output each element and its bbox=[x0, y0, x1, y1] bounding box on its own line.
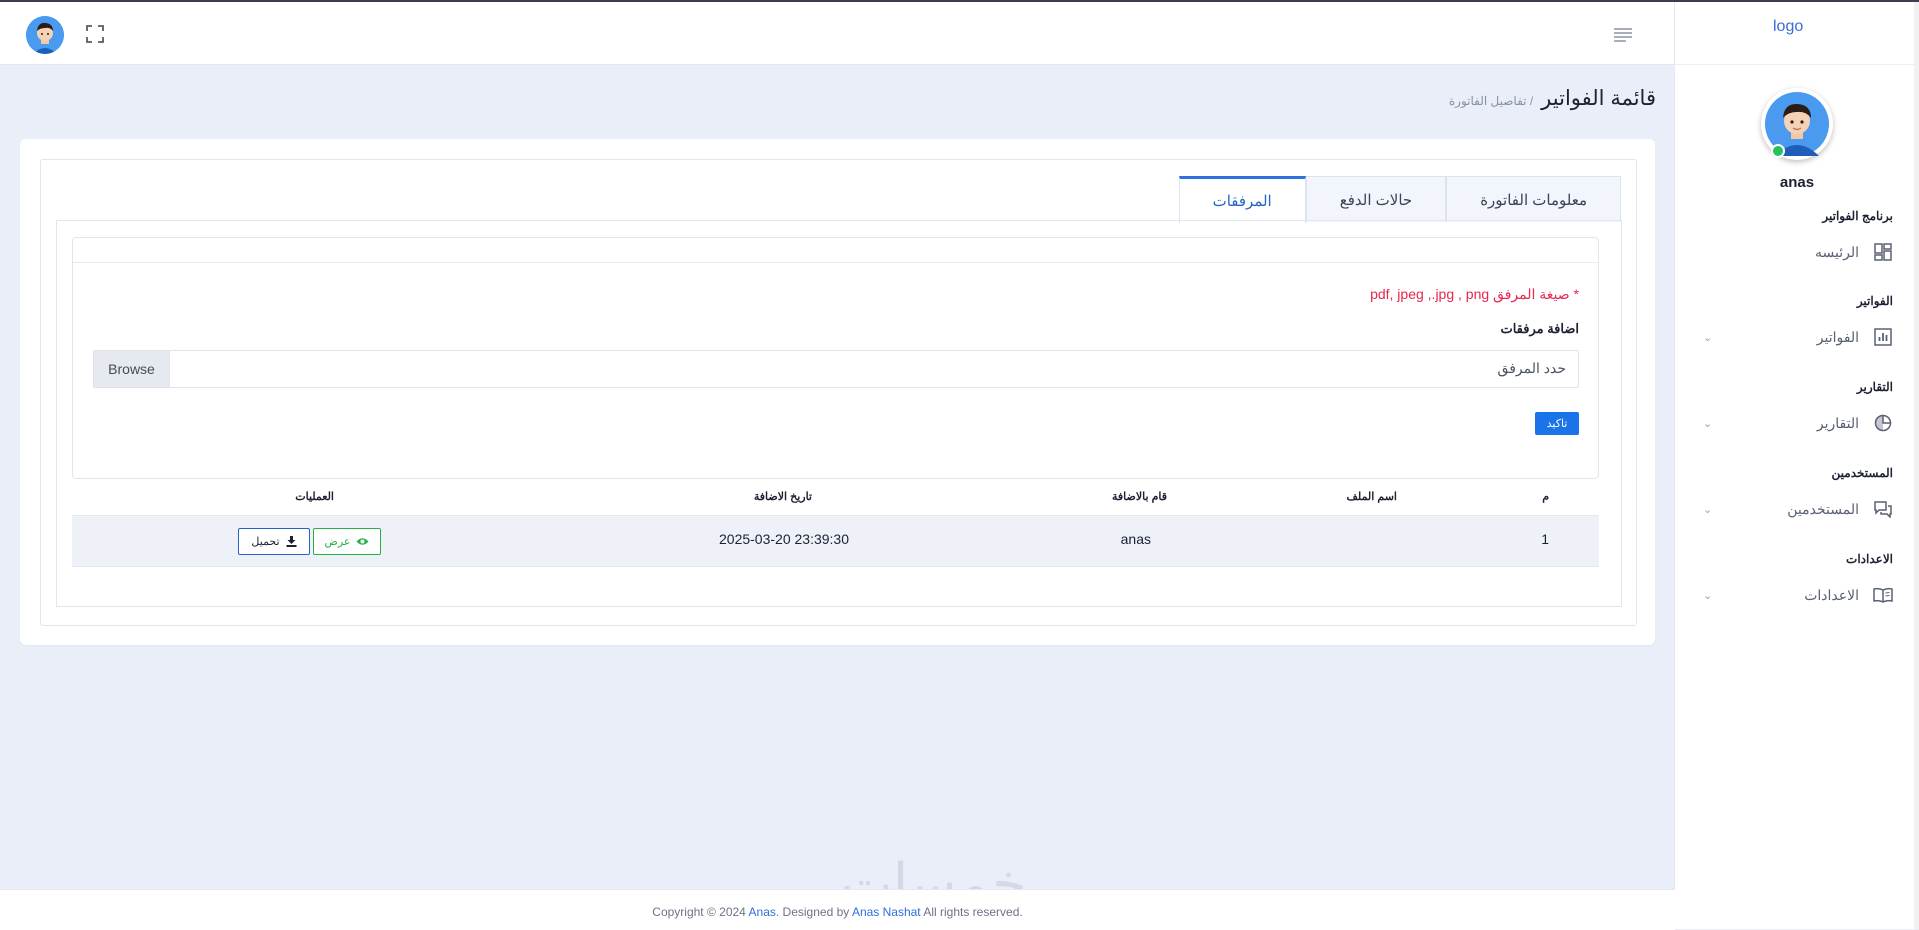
tab-payment-status[interactable]: حالات الدفع bbox=[1305, 176, 1447, 222]
bar-chart-icon bbox=[1873, 327, 1893, 347]
footer: Copyright © 2024 Anas. Designed by Anas … bbox=[0, 889, 1675, 930]
cell-date-added: 2025-03-20 23:39:30 bbox=[719, 531, 849, 547]
footer-brand-link[interactable]: Anas bbox=[749, 905, 776, 919]
chat-icon bbox=[1873, 499, 1893, 519]
add-attachments-label: اضافة مرفقات bbox=[1500, 321, 1579, 336]
upload-form: * صيغة المرفق pdf, jpeg ,.jpg , png اضاف… bbox=[72, 237, 1599, 479]
footer-suffix: All rights reserved. bbox=[920, 905, 1023, 919]
file-placeholder: حدد المرفق bbox=[1497, 360, 1566, 376]
attachments-table: م اسم الملف قام بالاضافة تاريخ الاضافة ا… bbox=[72, 477, 1599, 567]
download-label: تحميل bbox=[251, 536, 280, 548]
invoice-details-card: معلومات الفاتورة حالات الدفع المرفقات * … bbox=[20, 139, 1655, 645]
hamburger-icon[interactable] bbox=[1612, 26, 1634, 44]
sidebar: logo anas برنامج الفواتير الرئيسه الفوات… bbox=[1674, 2, 1919, 929]
page-title: قائمة الفواتير bbox=[1541, 87, 1656, 110]
chevron-down-icon: ⌄ bbox=[1703, 417, 1713, 430]
sidebar-username: anas bbox=[1779, 174, 1815, 191]
divider bbox=[73, 262, 1598, 263]
cell-added-by: anas bbox=[1120, 531, 1151, 547]
tab-invoice-info[interactable]: معلومات الفاتورة bbox=[1446, 176, 1621, 222]
download-button[interactable]: تحميل bbox=[238, 528, 310, 555]
sidebar-item-users[interactable]: المستخدمين ⌄ bbox=[1703, 496, 1893, 522]
chevron-down-icon: ⌄ bbox=[1703, 503, 1713, 516]
format-hint: * صيغة المرفق pdf, jpeg ,.jpg , png bbox=[1370, 286, 1579, 302]
avatar[interactable] bbox=[26, 16, 64, 54]
dashboard-icon bbox=[1873, 242, 1893, 262]
sidebar-item-label: الاعدادات bbox=[1804, 586, 1859, 603]
tabs-bar: معلومات الفاتورة حالات الدفع المرفقات bbox=[1178, 176, 1621, 223]
sidebar-avatar bbox=[1761, 88, 1833, 160]
file-input[interactable]: Browse حدد المرفق bbox=[93, 350, 1579, 388]
footer-text: Copyright © 2024 Anas. Designed by Anas … bbox=[0, 905, 1675, 919]
pie-chart-icon bbox=[1873, 413, 1893, 433]
breadcrumb[interactable]: / تفاصيل الفاتورة bbox=[1449, 94, 1533, 108]
table-row: 1 anas 2025-03-20 23:39:30 عرض تحميل bbox=[72, 516, 1599, 567]
cell-index: 1 bbox=[1541, 531, 1549, 547]
header-date-added: تاريخ الاضافة bbox=[753, 491, 812, 503]
footer-designer-link[interactable]: Anas Nashat bbox=[852, 905, 921, 919]
online-status-dot bbox=[1771, 144, 1785, 158]
view-button[interactable]: عرض bbox=[313, 528, 381, 555]
header-added-by: قام بالاضافة bbox=[1111, 491, 1167, 503]
attachments-panel: * صيغة المرفق pdf, jpeg ,.jpg , png اضاف… bbox=[56, 220, 1622, 607]
chevron-down-icon: ⌄ bbox=[1703, 589, 1713, 602]
header-actions: العمليات bbox=[295, 491, 334, 503]
footer-prefix: Copyright © 2024 bbox=[652, 905, 749, 919]
sidebar-item-label: المستخدمين bbox=[1787, 500, 1859, 517]
sidebar-item-label: الفواتير bbox=[1816, 328, 1859, 345]
view-label: عرض bbox=[324, 536, 351, 548]
header-file-name: اسم الملف bbox=[1346, 491, 1397, 503]
sidebar-item-label: التقارير bbox=[1816, 414, 1859, 431]
top-header bbox=[0, 2, 1675, 65]
scrollbar[interactable] bbox=[1914, 2, 1919, 929]
chevron-down-icon: ⌄ bbox=[1703, 331, 1713, 344]
card-inner: معلومات الفاتورة حالات الدفع المرفقات * … bbox=[40, 159, 1637, 626]
footer-middle: . Designed by bbox=[775, 905, 852, 919]
book-icon bbox=[1873, 585, 1893, 605]
sidebar-item-reports[interactable]: التقارير ⌄ bbox=[1703, 410, 1893, 436]
page-title-bar: قائمة الفواتير / تفاصيل الفاتورة bbox=[1449, 86, 1656, 111]
confirm-button[interactable]: تاكيد bbox=[1535, 412, 1579, 435]
tab-attachments[interactable]: المرفقات bbox=[1178, 176, 1306, 223]
eye-icon bbox=[356, 538, 369, 545]
avatar-icon bbox=[26, 16, 64, 54]
sidebar-item-settings[interactable]: الاعدادات ⌄ bbox=[1703, 582, 1893, 608]
download-icon bbox=[286, 536, 297, 547]
browse-button[interactable]: Browse bbox=[94, 351, 170, 387]
sidebar-item-label: الرئيسه bbox=[1815, 243, 1859, 260]
table-header: م اسم الملف قام بالاضافة تاريخ الاضافة ا… bbox=[72, 477, 1599, 516]
sidebar-item-home[interactable]: الرئيسه bbox=[1703, 239, 1893, 265]
sidebar-item-invoices[interactable]: الفواتير ⌄ bbox=[1703, 324, 1893, 350]
logo-image[interactable]: logo bbox=[1773, 18, 1803, 36]
section-title-users: المستخدمين bbox=[1831, 466, 1893, 480]
section-title-app: برنامج الفواتير bbox=[1822, 209, 1893, 223]
section-title-settings: الاعدادات bbox=[1846, 552, 1893, 566]
header-index: م bbox=[1542, 491, 1549, 503]
section-title-reports: التقارير bbox=[1856, 380, 1893, 394]
sidebar-logo[interactable]: logo bbox=[1675, 2, 1919, 65]
fullscreen-icon[interactable] bbox=[85, 24, 105, 44]
section-title-invoices: الفواتير bbox=[1856, 294, 1893, 308]
